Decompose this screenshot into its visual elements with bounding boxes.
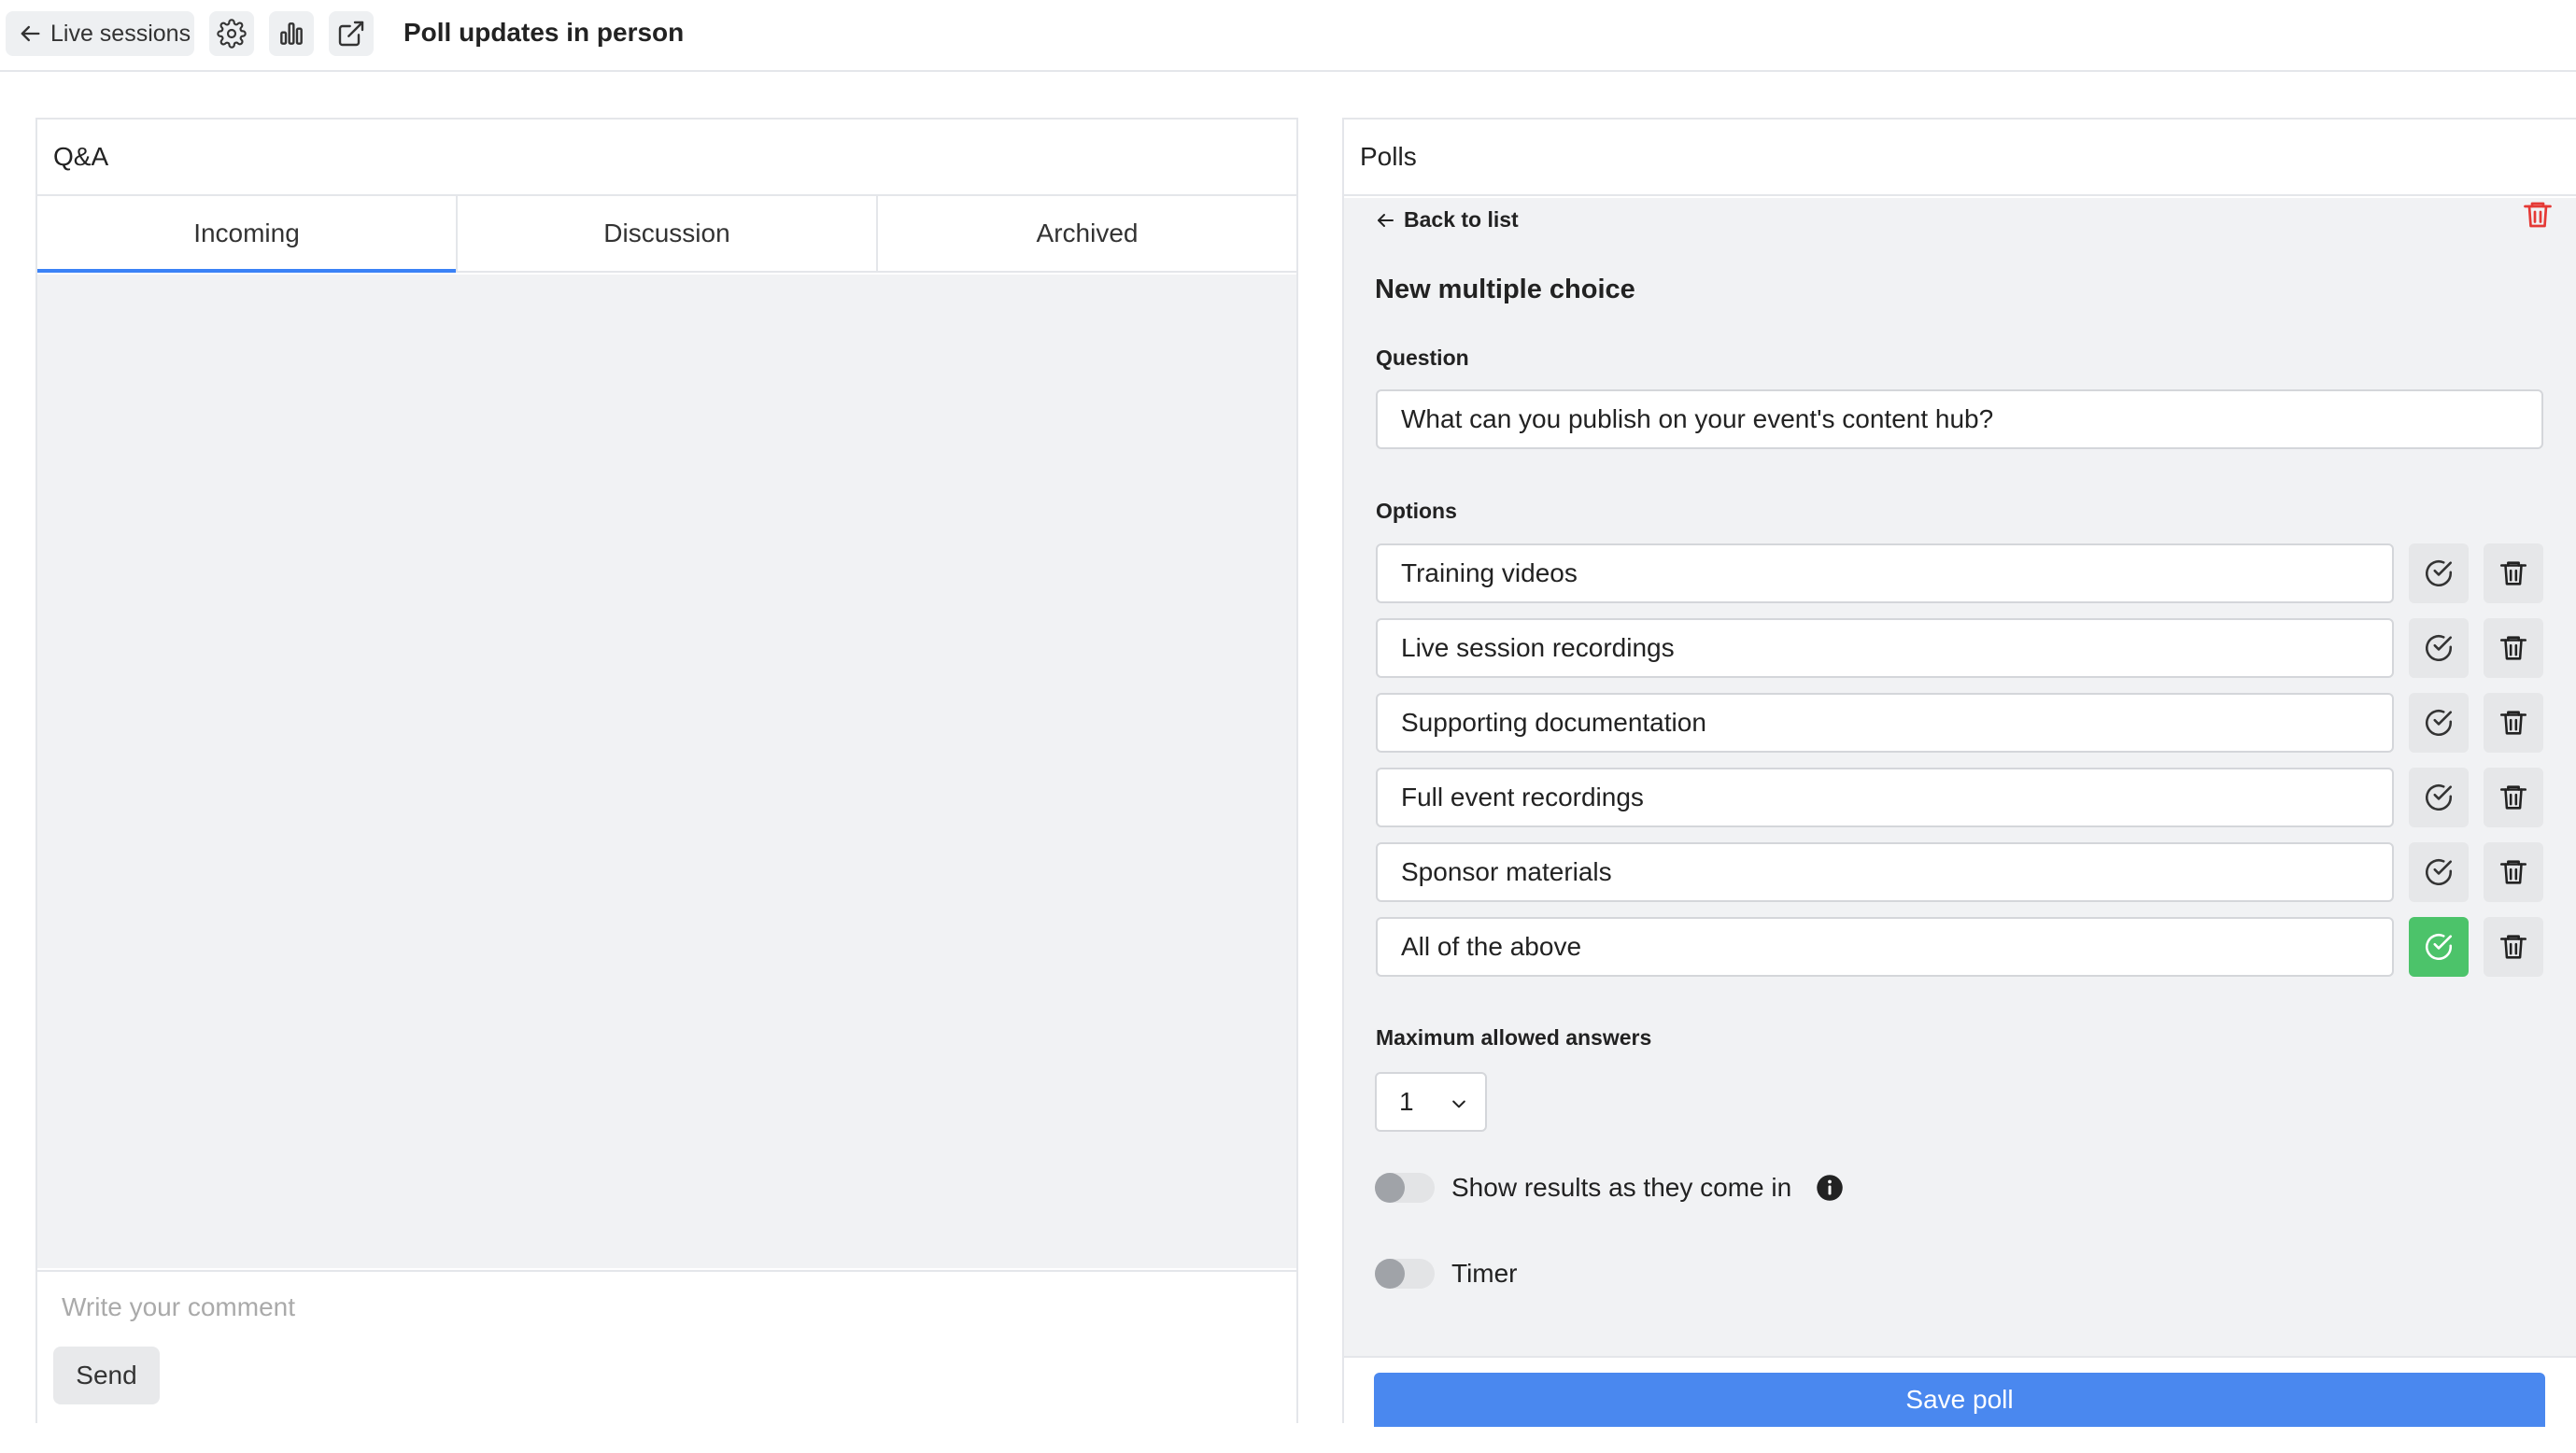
option-row xyxy=(1376,842,2543,902)
max-answers-value: 1 xyxy=(1399,1087,1414,1116)
tab-discussion[interactable]: Discussion xyxy=(458,196,878,271)
save-area: Save poll xyxy=(1344,1356,2576,1427)
page-title: Poll updates in person xyxy=(403,18,685,47)
comment-input[interactable] xyxy=(62,1292,1267,1322)
delete-option-button[interactable] xyxy=(2484,543,2543,603)
delete-option-button[interactable] xyxy=(2484,693,2543,753)
gear-icon xyxy=(217,19,247,49)
check-circle-icon xyxy=(2425,783,2453,811)
tab-incoming[interactable]: Incoming xyxy=(37,196,458,273)
show-results-label: Show results as they come in xyxy=(1451,1173,1792,1202)
option-row xyxy=(1376,917,2543,977)
timer-toggle[interactable] xyxy=(1375,1259,1435,1289)
check-circle-icon xyxy=(2425,634,2453,662)
qa-message-list xyxy=(37,275,1296,1268)
option-input[interactable] xyxy=(1376,693,2394,753)
check-circle-icon xyxy=(2425,858,2453,886)
option-row xyxy=(1376,693,2543,753)
mark-correct-button[interactable] xyxy=(2409,693,2469,753)
options-label: Options xyxy=(1376,499,1457,523)
bar-chart-icon xyxy=(280,22,303,45)
info-icon[interactable] xyxy=(1816,1174,1844,1202)
mark-correct-button[interactable] xyxy=(2409,543,2469,603)
option-input[interactable] xyxy=(1376,543,2394,603)
check-circle-icon xyxy=(2425,559,2453,587)
tab-archived[interactable]: Archived xyxy=(878,196,1296,271)
show-results-row: Show results as they come in xyxy=(1375,1173,1844,1203)
polls-panel: Polls Back to list New multiple choice Q… xyxy=(1342,118,2576,1427)
delete-poll-button[interactable] xyxy=(2521,198,2555,232)
chevron-down-icon xyxy=(1452,1100,1465,1108)
max-answers-select[interactable]: 1 xyxy=(1375,1072,1487,1132)
trash-icon xyxy=(2499,860,2527,884)
back-to-list-link[interactable]: Back to list xyxy=(1374,207,1519,233)
poll-editor: Back to list New multiple choice Questio… xyxy=(1344,198,2576,1427)
check-circle-icon xyxy=(2425,709,2453,737)
open-external-button[interactable] xyxy=(329,11,374,56)
mark-correct-button[interactable] xyxy=(2409,768,2469,827)
send-button[interactable]: Send xyxy=(53,1347,160,1404)
live-sessions-back-button[interactable]: Live sessions xyxy=(6,11,194,56)
poll-heading: New multiple choice xyxy=(1375,275,1635,304)
live-sessions-label: Live sessions xyxy=(50,20,191,47)
qa-header: Q&A xyxy=(37,120,1296,196)
trash-icon xyxy=(2499,935,2527,959)
option-row xyxy=(1376,768,2543,827)
mark-correct-button[interactable] xyxy=(2409,917,2469,977)
qa-panel: Q&A Incoming Discussion Archived Send xyxy=(35,118,1298,1423)
delete-option-button[interactable] xyxy=(2484,768,2543,827)
trash-icon xyxy=(2499,785,2527,810)
delete-option-button[interactable] xyxy=(2484,917,2543,977)
option-row xyxy=(1376,543,2543,603)
trash-icon xyxy=(2499,561,2527,585)
settings-button[interactable] xyxy=(209,11,254,56)
option-input[interactable] xyxy=(1376,768,2394,827)
delete-option-button[interactable] xyxy=(2484,842,2543,902)
comment-area: Send xyxy=(37,1270,1296,1423)
question-input[interactable] xyxy=(1376,389,2543,449)
show-results-toggle[interactable] xyxy=(1375,1173,1435,1203)
save-poll-button[interactable]: Save poll xyxy=(1374,1373,2545,1427)
polls-header: Polls xyxy=(1344,120,2576,196)
back-to-list-label: Back to list xyxy=(1404,207,1519,232)
check-circle-icon xyxy=(2425,933,2453,961)
max-answers-label: Maximum allowed answers xyxy=(1376,1025,1652,1050)
arrow-left-icon xyxy=(21,25,40,42)
timer-label: Timer xyxy=(1451,1259,1518,1288)
top-bar: Live sessions Poll updates in person xyxy=(0,0,2576,72)
question-label: Question xyxy=(1376,346,1469,370)
option-input[interactable] xyxy=(1376,842,2394,902)
timer-row: Timer xyxy=(1375,1259,1518,1289)
analytics-button[interactable] xyxy=(269,11,314,56)
option-row xyxy=(1376,618,2543,678)
mark-correct-button[interactable] xyxy=(2409,842,2469,902)
qa-tabs: Incoming Discussion Archived xyxy=(37,196,1296,273)
trash-icon xyxy=(2499,711,2527,735)
arrow-left-icon xyxy=(1378,213,1394,227)
option-input[interactable] xyxy=(1376,917,2394,977)
delete-option-button[interactable] xyxy=(2484,618,2543,678)
option-input[interactable] xyxy=(1376,618,2394,678)
mark-correct-button[interactable] xyxy=(2409,618,2469,678)
external-link-icon xyxy=(338,21,364,47)
trash-icon xyxy=(2499,636,2527,660)
trash-icon xyxy=(2524,202,2552,228)
